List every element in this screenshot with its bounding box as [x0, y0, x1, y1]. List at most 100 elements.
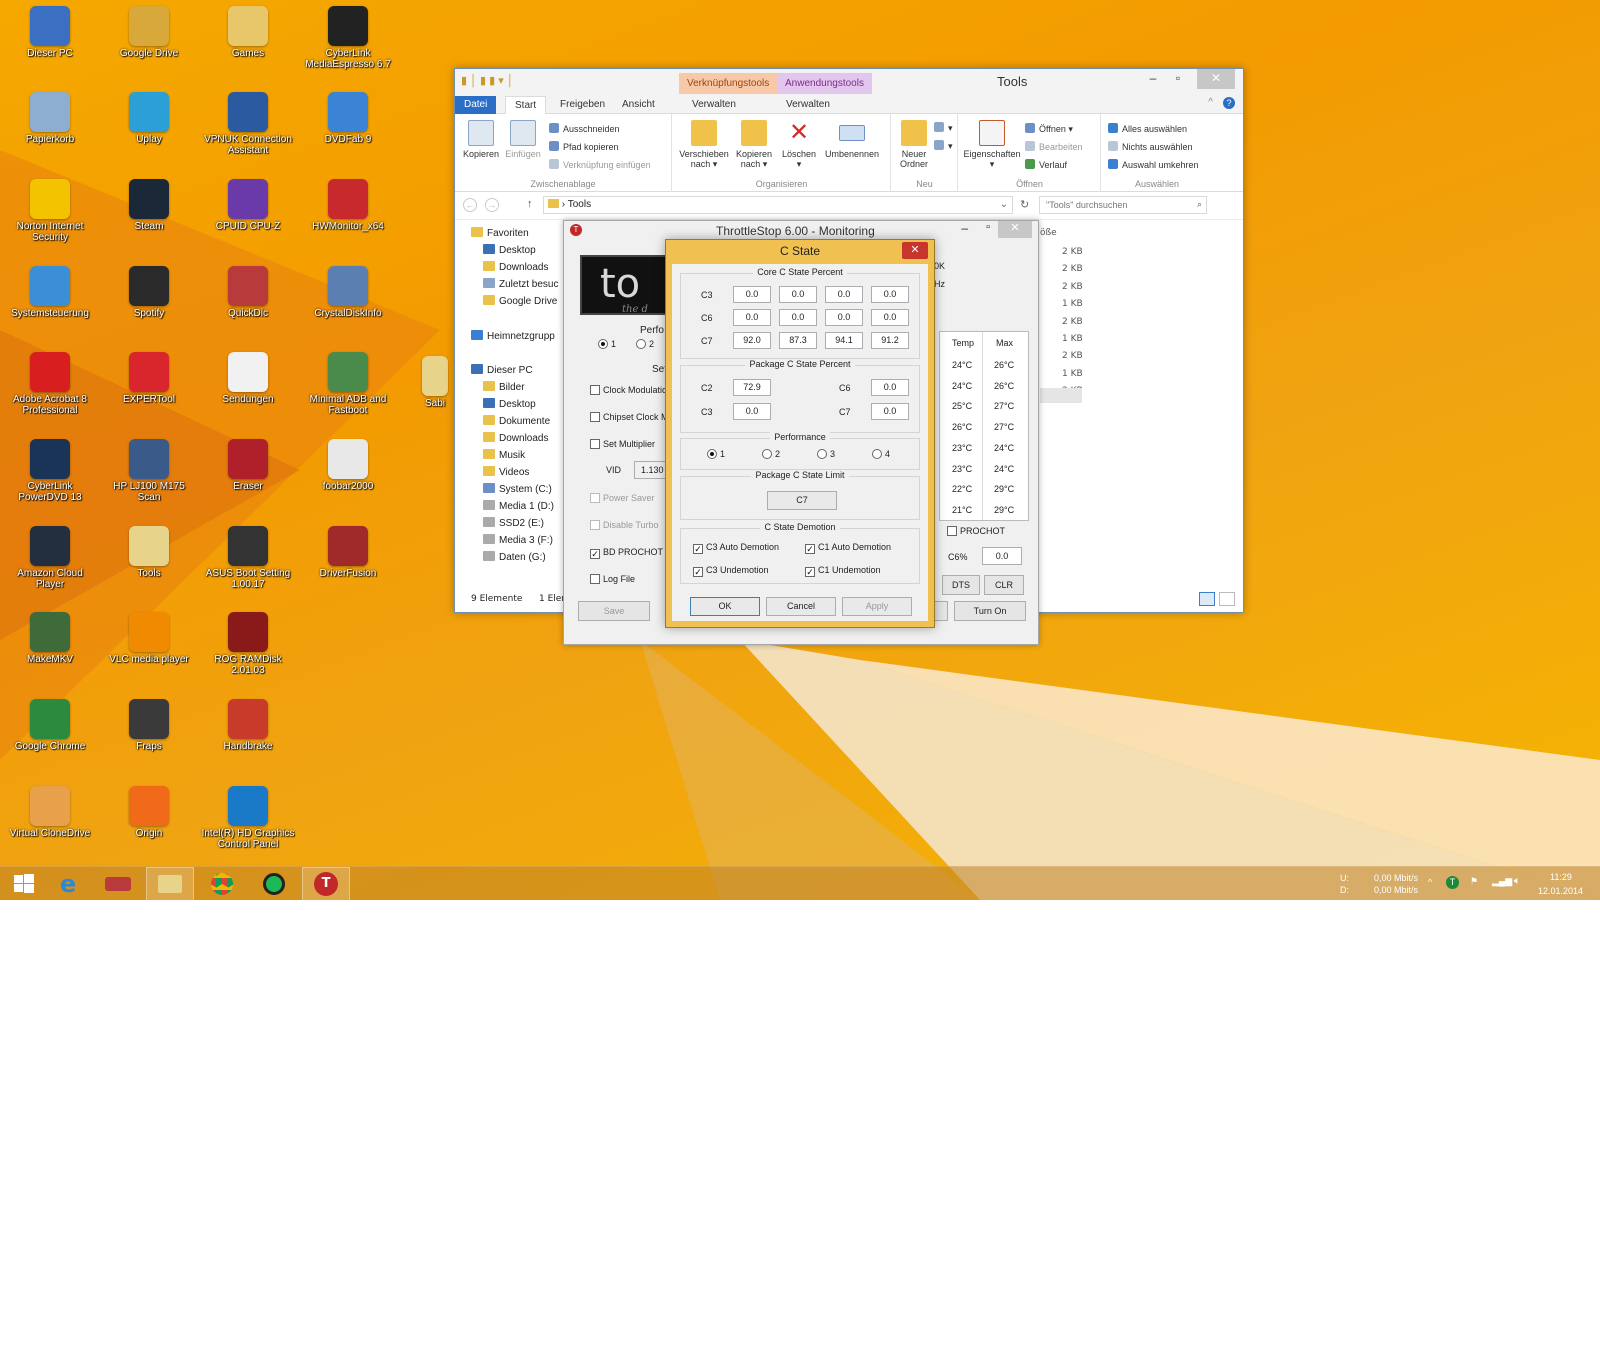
desktop-icon[interactable]: EXPERTool	[101, 348, 197, 430]
back-icon[interactable]: ←	[463, 198, 477, 212]
file-size-cell[interactable]: 2 KB	[1062, 264, 1083, 274]
file-size-cell[interactable]: 2 KB	[1062, 282, 1083, 292]
bd-prochot-checkbox[interactable]: ✓ BD PROCHOT	[590, 547, 663, 559]
file-size-cell[interactable]: 2 KB	[1062, 247, 1083, 257]
c3-auto-demotion-checkbox[interactable]: ✓ C3 Auto Demotion	[693, 542, 779, 554]
desktop-icon[interactable]: DriverFusion	[300, 522, 396, 604]
desktop-icon[interactable]: Uplay	[101, 88, 197, 170]
nav-downloads-pc[interactable]: Downloads	[483, 432, 548, 444]
search-icon[interactable]: ⌕	[1197, 199, 1202, 210]
apply-button[interactable]: Apply	[842, 597, 912, 616]
open-button[interactable]: Öffnen ▾	[1025, 123, 1073, 135]
c1-undemotion-checkbox[interactable]: ✓ C1 Undemotion	[805, 565, 881, 577]
desktop-icon[interactable]: CyberLink PowerDVD 13	[2, 435, 98, 517]
copy-to-button[interactable]: Kopieren nach ▾	[731, 120, 777, 169]
ts-minimize-button[interactable]: –	[961, 221, 968, 235]
turn-on-button[interactable]: Turn On	[954, 601, 1026, 621]
desktop-icon[interactable]: Minimal ADB and Fastboot	[300, 348, 396, 430]
size-column-header[interactable]: öße	[1040, 228, 1057, 238]
nav-downloads[interactable]: Downloads	[483, 261, 548, 273]
start-button[interactable]	[0, 867, 48, 900]
ts-radio-1[interactable]: 1	[598, 339, 616, 349]
taskbar-throttlestop[interactable]: T	[302, 867, 350, 900]
nav-homegroup[interactable]: Heimnetzgrupp	[471, 330, 555, 342]
new-item-button[interactable]: ▾	[934, 122, 953, 134]
performance-radio-1[interactable]: 1	[707, 449, 725, 459]
new-folder-button[interactable]: Neuer Ordner	[896, 120, 932, 169]
rename-button[interactable]: Umbenennen	[821, 120, 883, 159]
taskbar-internet-explorer[interactable]: e	[44, 867, 92, 900]
tiles-view-icon[interactable]	[1219, 592, 1235, 606]
maximize-button[interactable]: ▫	[1163, 69, 1193, 89]
forward-icon[interactable]: →	[485, 198, 499, 212]
taskbar-chrome[interactable]	[198, 867, 246, 900]
address-bar[interactable]: › Tools ⌄	[543, 196, 1013, 214]
desktop-icon[interactable]: Handbrake	[200, 695, 296, 777]
desktop-icon[interactable]: Origin	[101, 782, 197, 864]
nav-videos[interactable]: Videos	[483, 466, 529, 478]
nav-drive-e[interactable]: SSD2 (E:)	[483, 517, 544, 529]
c1-auto-demotion-checkbox[interactable]: ✓ C1 Auto Demotion	[805, 542, 891, 554]
properties-button[interactable]: Eigenschaften ▾	[961, 120, 1023, 169]
disable-turbo-checkbox[interactable]: Disable Turbo	[590, 520, 659, 530]
close-button[interactable]: ✕	[1197, 69, 1235, 89]
nav-music[interactable]: Musik	[483, 449, 525, 461]
nav-desktop-pc[interactable]: Desktop	[483, 398, 536, 410]
show-hidden-icons-chevron[interactable]: ^	[1428, 877, 1432, 887]
desktop-icon[interactable]: CPUID CPU-Z	[200, 175, 296, 257]
clock-date[interactable]: 12.01.2014	[1538, 886, 1583, 896]
desktop-icon[interactable]: Eraser	[200, 435, 296, 517]
details-view-icon[interactable]	[1199, 592, 1215, 606]
nav-drive-g[interactable]: Daten (G:)	[483, 551, 546, 563]
paste-button[interactable]: Einfügen	[501, 120, 545, 159]
desktop-icon[interactable]: Adobe Acrobat 8 Professional	[2, 348, 98, 430]
desktop-icon[interactable]: Google Drive	[101, 2, 197, 84]
edit-button[interactable]: Bearbeiten	[1025, 141, 1083, 152]
desktop-icon[interactable]: Steam	[101, 175, 197, 257]
search-input[interactable]: "Tools" durchsuchen ⌕	[1039, 196, 1207, 214]
invert-selection-button[interactable]: Auswahl umkehren	[1108, 159, 1199, 170]
tray-throttlestop-icon[interactable]: T	[1446, 876, 1459, 889]
cut-button[interactable]: Ausschneiden	[549, 123, 620, 134]
desktop-icon[interactable]: Norton Internet Security	[2, 175, 98, 257]
c-state-close-button[interactable]: ✕	[902, 242, 928, 259]
taskbar-file-explorer[interactable]	[146, 867, 194, 900]
ok-button[interactable]: OK	[690, 597, 760, 616]
easy-access-button[interactable]: ▾	[934, 140, 953, 152]
desktop-icon[interactable]: Dieser PC	[2, 2, 98, 84]
file-size-cell[interactable]: 1 KB	[1062, 334, 1083, 344]
tab-view[interactable]: Ansicht	[613, 96, 664, 114]
tab-share[interactable]: Freigeben	[551, 96, 614, 114]
ts-close-button[interactable]: ✕	[998, 221, 1032, 238]
taskbar-quickdic[interactable]	[94, 867, 142, 900]
context-tab-app-tools[interactable]: Anwendungstools	[777, 73, 872, 94]
desktop-icon[interactable]: Google Chrome	[2, 695, 98, 777]
desktop-icon[interactable]: Tools	[101, 522, 197, 604]
desktop-icon[interactable]: VPNUK Connection Assistant	[200, 88, 296, 170]
tab-start[interactable]: Start	[505, 96, 547, 114]
context-tab-shortcut-tools[interactable]: Verknüpfungstools	[679, 73, 778, 94]
taskbar-spotify[interactable]	[250, 867, 298, 900]
tab-file[interactable]: Datei	[455, 96, 497, 114]
desktop-icon[interactable]: Sendungen	[200, 348, 296, 430]
file-size-cell[interactable]: 2 KB	[1062, 317, 1083, 327]
action-center-flag-icon[interactable]: ⚑	[1470, 876, 1478, 887]
paste-shortcut-button[interactable]: Verknüpfung einfügen	[549, 159, 651, 170]
desktop-icon[interactable]: MakeMKV	[2, 608, 98, 690]
desktop-icon[interactable]: Intel(R) HD Graphics Control Panel	[200, 782, 296, 864]
nav-pictures[interactable]: Bilder	[483, 381, 525, 393]
nav-drive-d[interactable]: Media 1 (D:)	[483, 500, 554, 512]
clock-time[interactable]: 11:29	[1550, 872, 1572, 882]
nav-drive-c[interactable]: System (C:)	[483, 483, 552, 495]
save-button[interactable]: Save	[578, 601, 650, 621]
desktop-icon[interactable]: HP LJ100 M175 Scan	[101, 435, 197, 517]
nav-this-pc[interactable]: Dieser PC	[471, 364, 533, 376]
volume-icon[interactable]: 🔈︎	[1514, 875, 1521, 888]
delete-button[interactable]: ✕ Löschen ▾	[779, 120, 819, 170]
address-dropdown-icon[interactable]: ⌄	[1000, 199, 1008, 210]
prochot-checkbox[interactable]: PROCHOT	[947, 526, 1005, 536]
help-icon[interactable]: ?	[1223, 97, 1235, 109]
performance-radio-3[interactable]: 3	[817, 449, 835, 459]
up-icon[interactable]: ↑	[527, 198, 533, 210]
desktop-icon[interactable]: ROG RAMDisk 2.01.03	[200, 608, 296, 690]
